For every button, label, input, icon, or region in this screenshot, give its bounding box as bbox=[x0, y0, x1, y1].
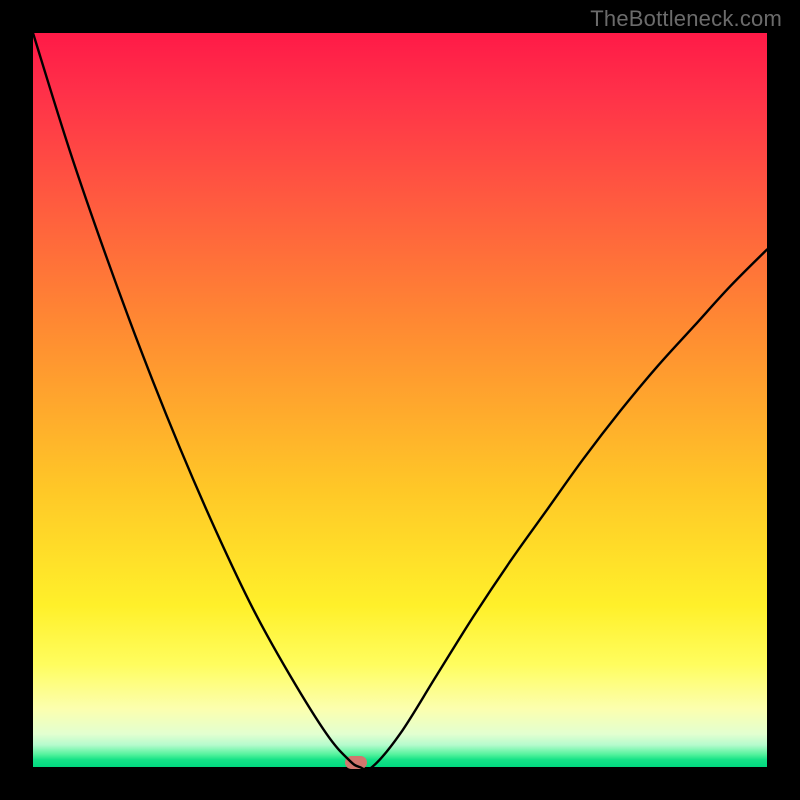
watermark-text: TheBottleneck.com bbox=[590, 6, 782, 32]
plot-area bbox=[33, 33, 767, 767]
chart-root: TheBottleneck.com bbox=[0, 0, 800, 800]
bottleneck-curve bbox=[33, 33, 767, 767]
